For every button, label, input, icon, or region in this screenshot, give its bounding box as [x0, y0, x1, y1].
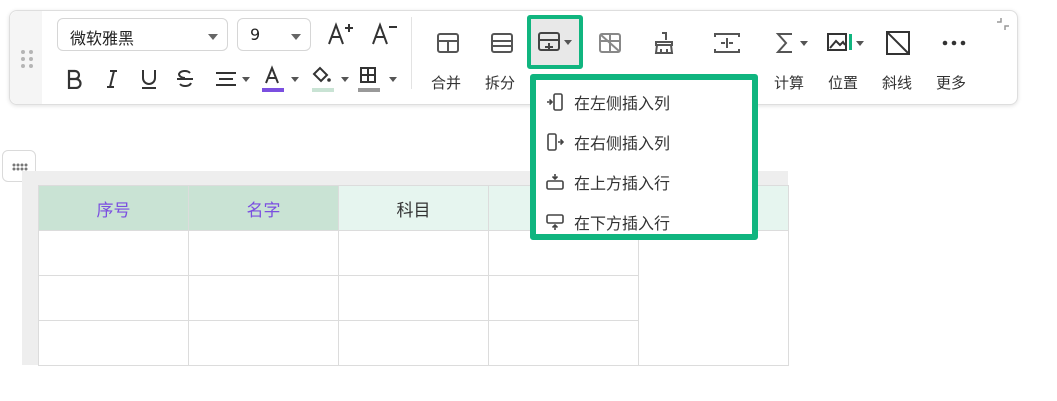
split-icon — [491, 33, 513, 53]
more-dots-icon — [942, 40, 966, 46]
table-cell[interactable] — [338, 230, 489, 276]
diagonal-button[interactable] — [884, 29, 912, 57]
menu-item-insert-col-right[interactable]: 在右侧插入列 — [546, 127, 670, 157]
table-cell[interactable] — [488, 275, 639, 321]
align-dropdown[interactable] — [212, 66, 254, 92]
border-dropdown[interactable] — [356, 64, 400, 94]
increase-font-button[interactable] — [323, 18, 357, 50]
calc-label: 计算 — [774, 74, 805, 92]
distribute-columns-icon — [714, 33, 740, 53]
table-cell[interactable] — [188, 275, 339, 321]
diagonal-line-icon — [886, 31, 910, 55]
insert-row-below-icon — [546, 214, 564, 230]
font-size-value: 9 — [250, 25, 261, 44]
merge-icon — [437, 33, 459, 53]
image-position-icon — [827, 33, 864, 51]
delete-cells-button[interactable] — [596, 29, 624, 57]
font-decrease-icon — [372, 22, 397, 45]
font-family-select[interactable]: 微软雅黑 — [57, 18, 228, 51]
underline-button[interactable] — [136, 66, 162, 92]
chevron-down-icon — [291, 34, 301, 40]
font-family-value: 微软雅黑 — [70, 29, 135, 48]
border-icon — [358, 67, 397, 92]
merge-label: 合并 — [431, 74, 462, 92]
chevron-down-icon — [208, 34, 218, 40]
strikethrough-button[interactable] — [172, 66, 198, 92]
table-cell[interactable] — [338, 275, 489, 321]
more-button[interactable] — [940, 29, 968, 57]
insert-row-above-icon — [546, 174, 564, 190]
table-merged-cell[interactable] — [638, 230, 789, 366]
split-cells-button[interactable] — [488, 29, 516, 57]
menu-item-label: 在左侧插入列 — [574, 94, 671, 113]
delete-table-icon — [599, 33, 621, 53]
split-label: 拆分 — [485, 74, 516, 92]
insert-col-right-icon — [547, 133, 564, 151]
table-cell[interactable] — [488, 320, 639, 366]
table-cell[interactable] — [338, 320, 489, 366]
diagonal-label: 斜线 — [882, 74, 913, 92]
italic-button[interactable] — [99, 66, 125, 92]
font-size-select[interactable]: 9 — [237, 18, 311, 51]
distribute-button[interactable] — [712, 29, 742, 57]
decrease-font-button[interactable] — [367, 18, 401, 50]
bold-icon — [67, 69, 82, 89]
table-cell[interactable] — [38, 230, 189, 276]
table-cell[interactable] — [188, 230, 339, 276]
toolbar-drag-handle[interactable] — [10, 11, 42, 104]
sum-icon — [775, 33, 808, 53]
fill-bucket-icon — [312, 66, 349, 92]
table-header-cell[interactable]: 序号 — [38, 185, 189, 231]
drag-dots-icon — [21, 50, 33, 68]
italic-icon — [107, 70, 117, 88]
collapse-toolbar-icon[interactable] — [996, 17, 1010, 31]
table-cell[interactable] — [38, 275, 189, 321]
font-color-dropdown[interactable] — [259, 64, 301, 94]
strikethrough-icon — [177, 70, 193, 87]
menu-item-label: 在下方插入行 — [574, 214, 671, 233]
toolbar-divider — [411, 17, 412, 89]
table-cell[interactable] — [188, 320, 339, 366]
merge-cells-button[interactable] — [434, 29, 462, 57]
more-label: 更多 — [936, 74, 967, 92]
insert-dropdown-menu: 在左侧插入列 在右侧插入列 在上方插入行 在下方插入行 — [530, 74, 758, 240]
bold-button[interactable] — [61, 66, 87, 92]
menu-item-insert-row-below[interactable]: 在下方插入行 — [546, 207, 670, 237]
menu-item-insert-row-above[interactable]: 在上方插入行 — [546, 167, 670, 197]
image-position-dropdown[interactable] — [826, 29, 868, 57]
header-text: 名字 — [246, 200, 281, 221]
table-cell[interactable] — [38, 320, 189, 366]
underline-icon — [142, 70, 156, 89]
table-header-cell[interactable]: 名字 — [188, 185, 339, 231]
calc-dropdown[interactable] — [773, 29, 813, 57]
insert-table-icon — [538, 32, 572, 51]
font-color-icon — [262, 65, 299, 92]
header-text: 序号 — [96, 200, 131, 221]
position-label: 位置 — [828, 74, 859, 92]
insert-row-col-button[interactable] — [527, 15, 583, 69]
align-icon — [216, 72, 250, 86]
menu-item-insert-col-left[interactable]: 在左侧插入列 — [546, 87, 670, 117]
header-text: 科目 — [396, 200, 431, 221]
grid-dots-icon — [12, 163, 28, 171]
broom-icon — [654, 32, 674, 54]
menu-item-label: 在右侧插入列 — [574, 134, 671, 153]
menu-item-label: 在上方插入行 — [574, 174, 671, 193]
insert-col-left-icon — [547, 93, 563, 111]
fill-color-dropdown[interactable] — [308, 64, 352, 94]
font-increase-icon — [328, 22, 353, 45]
row-selector-bar[interactable] — [22, 171, 38, 365]
table-header-cell[interactable]: 科目 — [338, 185, 489, 231]
clear-format-button[interactable] — [650, 29, 678, 57]
